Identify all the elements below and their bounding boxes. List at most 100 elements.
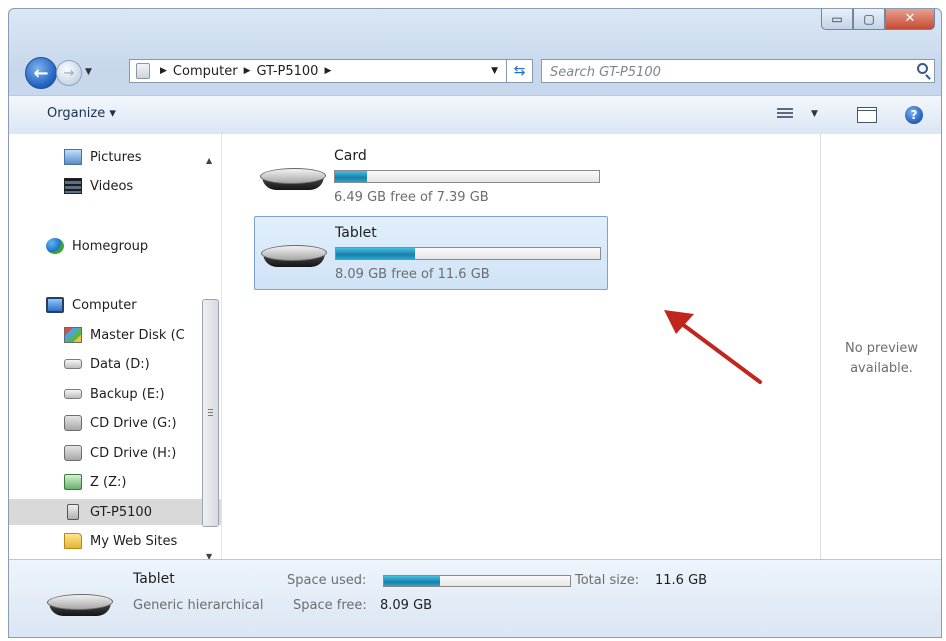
sidebar-item-computer[interactable]: Computer bbox=[46, 292, 137, 318]
capacity-fill bbox=[335, 171, 367, 182]
drive-name: Tablet bbox=[335, 225, 377, 241]
no-preview-message: No preview available. bbox=[844, 341, 919, 376]
maximize-icon: ▢ bbox=[863, 12, 875, 26]
device-icon bbox=[67, 504, 79, 520]
close-button[interactable]: ✕ bbox=[885, 9, 935, 30]
recent-pages-dropdown[interactable]: ▼ bbox=[85, 67, 92, 77]
close-icon: ✕ bbox=[904, 11, 916, 26]
drive-free-space: 6.49 GB free of 7.39 GB bbox=[334, 190, 489, 205]
explorer-window: ▭ ▢ ✕ ← → ▼ ▶ Computer ▶ GT-P5100 ▶ ▼ ⇆ … bbox=[8, 8, 942, 638]
sidebar-scrollbar-thumb[interactable] bbox=[202, 299, 219, 527]
scroll-up-button[interactable]: ▲ bbox=[206, 156, 212, 165]
computer-icon bbox=[46, 297, 64, 313]
total-size-label: Total size: bbox=[575, 573, 640, 588]
details-item-name: Tablet bbox=[133, 571, 175, 587]
sidebar-item-label: GT-P5100 bbox=[90, 504, 152, 520]
space-free-value: 8.09 GB bbox=[380, 598, 433, 613]
space-used-label: Space used: bbox=[287, 573, 367, 588]
device-icon bbox=[136, 63, 150, 79]
sidebar-item-label: CD Drive (H:) bbox=[90, 445, 177, 461]
sidebar-item-label: CD Drive (G:) bbox=[90, 415, 177, 431]
folder-icon bbox=[64, 533, 82, 549]
annotation-arrow-icon bbox=[664, 310, 762, 384]
content-area: Pictures Videos Homegroup Computer Maste… bbox=[9, 134, 941, 561]
sidebar-item-label: Master Disk (C bbox=[90, 327, 185, 343]
network-drive-icon bbox=[64, 474, 82, 490]
navigation-bar: ← → ▼ ▶ Computer ▶ GT-P5100 ▶ ▼ ⇆ bbox=[9, 53, 941, 89]
breadcrumb-separator[interactable]: ▶ bbox=[324, 66, 331, 76]
sidebar-item-cd-drive-h[interactable]: CD Drive (H:) bbox=[64, 440, 176, 466]
navigation-pane: Pictures Videos Homegroup Computer Maste… bbox=[9, 134, 221, 561]
forward-button[interactable]: → bbox=[56, 60, 82, 86]
sidebar-item-homegroup[interactable]: Homegroup bbox=[46, 233, 148, 259]
sidebar-item-label: Data (D:) bbox=[90, 356, 150, 372]
sidebar-item-data[interactable]: Data (D:) bbox=[64, 351, 150, 377]
videos-icon bbox=[64, 178, 82, 194]
maximize-button[interactable]: ▢ bbox=[853, 9, 885, 30]
sidebar-item-cd-drive-g[interactable]: CD Drive (G:) bbox=[64, 410, 177, 436]
minimize-button[interactable]: ▭ bbox=[821, 9, 853, 30]
address-bar[interactable]: ▶ Computer ▶ GT-P5100 ▶ ▼ bbox=[129, 59, 507, 83]
homegroup-icon bbox=[46, 238, 64, 254]
cd-drive-icon bbox=[64, 415, 82, 431]
breadcrumb-computer[interactable]: Computer bbox=[173, 64, 238, 79]
total-size-value: 11.6 GB bbox=[655, 573, 708, 588]
change-view-icon[interactable] bbox=[777, 108, 793, 122]
drive-icon bbox=[45, 590, 115, 616]
drive-icon bbox=[64, 389, 82, 399]
space-used-fill bbox=[384, 576, 440, 586]
search-box[interactable] bbox=[541, 59, 935, 83]
cd-drive-icon bbox=[64, 445, 82, 461]
sidebar-item-gt-p5100[interactable]: GT-P5100 bbox=[9, 499, 221, 525]
sidebar-item-label: My Web Sites bbox=[90, 533, 178, 549]
pictures-icon bbox=[64, 149, 82, 165]
drive-tile-card[interactable]: Card 6.49 GB free of 7.39 GB bbox=[254, 140, 608, 214]
space-free-label: Space free: bbox=[293, 598, 367, 613]
caption-buttons: ▭ ▢ ✕ bbox=[821, 9, 935, 30]
sidebar-item-label: Z (Z:) bbox=[90, 474, 127, 490]
drive-capacity-bar bbox=[334, 170, 600, 183]
refresh-button[interactable]: ⇆ bbox=[507, 59, 533, 83]
view-options-dropdown[interactable]: ▼ bbox=[811, 109, 818, 119]
drive-icon bbox=[258, 164, 328, 194]
sidebar-item-label: Pictures bbox=[90, 149, 142, 165]
preview-pane: No preview available. bbox=[820, 134, 941, 559]
system-drive-icon bbox=[64, 327, 82, 343]
drive-tile-tablet[interactable]: Tablet 8.09 GB free of 11.6 GB bbox=[254, 216, 608, 290]
details-item-type: Generic hierarchical bbox=[133, 598, 264, 613]
sidebar-item-z[interactable]: Z (Z:) bbox=[64, 469, 126, 495]
organize-menu[interactable]: Organize ▾ bbox=[47, 106, 116, 121]
minimize-icon: ▭ bbox=[831, 12, 843, 26]
sidebar-item-label: Backup (E:) bbox=[90, 386, 165, 402]
sidebar-item-label: Computer bbox=[72, 297, 137, 313]
sidebar-item-label: Videos bbox=[90, 178, 134, 194]
search-icon[interactable] bbox=[917, 63, 928, 74]
help-icon[interactable]: ? bbox=[905, 106, 923, 124]
breadcrumb-separator[interactable]: ▶ bbox=[160, 66, 167, 76]
drive-capacity-bar bbox=[335, 247, 601, 260]
drive-free-space: 8.09 GB free of 11.6 GB bbox=[335, 267, 490, 282]
capacity-fill bbox=[336, 248, 416, 259]
sidebar-item-my-web-sites[interactable]: My Web Sites bbox=[64, 528, 177, 554]
breadcrumb-gt-p5100[interactable]: GT-P5100 bbox=[256, 64, 318, 79]
refresh-icon: ⇆ bbox=[513, 63, 526, 79]
drive-icon bbox=[64, 359, 82, 369]
back-arrow-icon: ← bbox=[33, 62, 49, 84]
preview-pane-icon[interactable] bbox=[857, 107, 877, 123]
search-input[interactable] bbox=[548, 62, 892, 82]
back-button[interactable]: ← bbox=[25, 57, 57, 89]
breadcrumb-separator[interactable]: ▶ bbox=[244, 66, 251, 76]
sidebar-item-pictures[interactable]: Pictures bbox=[64, 144, 141, 170]
address-dropdown[interactable]: ▼ bbox=[491, 66, 498, 76]
drive-icon bbox=[259, 241, 329, 271]
details-pane: Tablet Generic hierarchical Space used: … bbox=[9, 559, 941, 637]
command-bar: Organize ▾ ▼ ? bbox=[9, 95, 941, 135]
sidebar-item-master-disk[interactable]: Master Disk (C bbox=[64, 322, 185, 348]
forward-arrow-icon: → bbox=[63, 65, 75, 81]
sidebar-item-videos[interactable]: Videos bbox=[64, 173, 133, 199]
drive-name: Card bbox=[334, 148, 367, 164]
space-used-bar bbox=[383, 575, 571, 587]
file-list: Card 6.49 GB free of 7.39 GB Tablet 8.09… bbox=[221, 134, 820, 559]
sidebar-item-backup[interactable]: Backup (E:) bbox=[64, 381, 165, 407]
sidebar-item-label: Homegroup bbox=[72, 238, 149, 254]
